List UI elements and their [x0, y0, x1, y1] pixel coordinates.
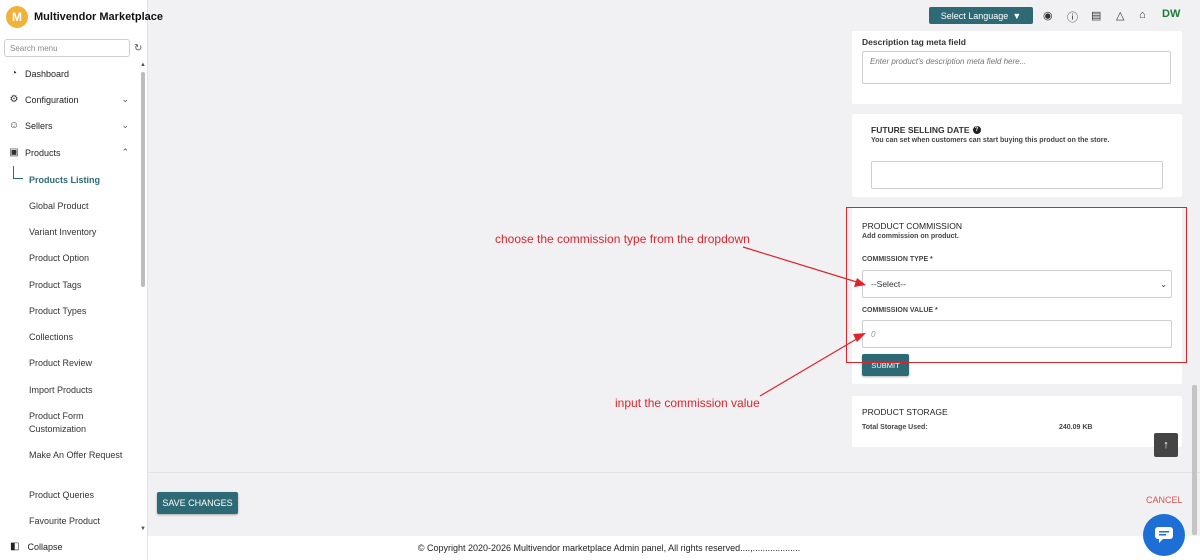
- refresh-icon[interactable]: ↻: [134, 43, 142, 54]
- search-menu-input[interactable]: [5, 40, 129, 57]
- arrow-to-dropdown: [742, 246, 861, 284]
- dashboard-icon: ◔: [10, 68, 18, 79]
- annotation-value: input the commission value: [615, 396, 760, 410]
- copyright-text: © Copyright 2020-2026 Multivendor market…: [148, 536, 1200, 560]
- sidebar-item-label: Products: [25, 147, 61, 158]
- sidebar-subitem-product-option[interactable]: Product Option: [29, 252, 129, 265]
- user-icon: ☺: [8, 120, 20, 131]
- sidebar-subitem-import-products[interactable]: Import Products: [29, 384, 129, 397]
- product-storage-card: PRODUCT STORAGE Total Storage Used: 240.…: [852, 396, 1182, 447]
- cancel-button[interactable]: CANCEL: [1146, 495, 1183, 505]
- annotation-dropdown: choose the commission type from the drop…: [495, 232, 750, 246]
- scroll-thumb[interactable]: [141, 72, 145, 287]
- chat-icon: [1155, 527, 1173, 543]
- sidebar-subitem-product-tags[interactable]: Product Tags: [29, 279, 129, 292]
- arrow-up-icon: ↑: [1163, 439, 1169, 451]
- brand[interactable]: M Multivendor Marketplace: [6, 6, 163, 28]
- chat-button[interactable]: [1143, 514, 1185, 556]
- chevron-up-icon: ⌃: [121, 147, 129, 157]
- sidebar-subitem-make-an-offer-request[interactable]: Make An Offer Request: [29, 449, 129, 462]
- chevron-down-icon: ⌄: [121, 120, 129, 130]
- collapse-icon: ◧: [10, 541, 20, 552]
- caret-down-icon: ▼: [1012, 10, 1022, 21]
- description-meta-label: Description tag meta field: [862, 37, 966, 47]
- storage-label: Total Storage Used:: [862, 424, 928, 431]
- storage-value: 240.09 KB: [1059, 424, 1093, 431]
- future-selling-date-title: FUTURE SELLING DATE ?: [871, 125, 981, 135]
- sidebar-subitem-global-product[interactable]: Global Product: [29, 200, 129, 213]
- storage-title: PRODUCT STORAGE: [862, 407, 948, 417]
- description-meta-field[interactable]: [862, 51, 1171, 84]
- scroll-down-icon[interactable]: ▼: [140, 526, 146, 532]
- scroll-up-icon[interactable]: ▲: [140, 62, 146, 68]
- sidebar-item-sellers[interactable]: ☺ Sellers ⌄: [0, 120, 139, 131]
- highlight-box: [846, 207, 1187, 363]
- sidebar-item-label: Configuration: [25, 94, 79, 105]
- form-actions-bar: [148, 472, 1200, 534]
- question-icon[interactable]: ?: [972, 126, 981, 134]
- language-select[interactable]: Select Language ▼: [929, 7, 1033, 24]
- scroll-to-top-button[interactable]: ↑: [1154, 433, 1178, 457]
- message-icon[interactable]: ▤: [1091, 9, 1101, 22]
- sidebar-subitem-collections[interactable]: Collections: [29, 331, 129, 344]
- store-icon[interactable]: ⌂: [1139, 9, 1146, 21]
- future-selling-date-label: FUTURE SELLING DATE: [871, 125, 970, 135]
- sidebar-nav: ◔ Dashboard ⚙ Configuration ⌄ ☺ Sellers …: [0, 62, 139, 532]
- account-icon[interactable]: ◉: [1043, 9, 1053, 22]
- box-icon: ▣: [9, 147, 19, 158]
- collapse-label: Collapse: [27, 541, 63, 552]
- sidebar-item-label: Dashboard: [25, 68, 70, 79]
- brand-name: Multivendor Marketplace: [34, 11, 163, 23]
- sidebar-subitem-product-review[interactable]: Product Review: [29, 357, 129, 370]
- collapse-button[interactable]: ◧ Collapse: [10, 541, 62, 552]
- sidebar-item-products[interactable]: ▣ Products ⌃: [0, 147, 139, 158]
- sidebar-scrollbar[interactable]: ▲ ▼: [140, 62, 146, 532]
- arrow-to-value: [759, 336, 861, 397]
- chevron-down-icon: ⌄: [121, 94, 129, 104]
- tree-connector: [13, 166, 23, 179]
- gear-icon: ⚙: [9, 94, 19, 105]
- help-icon[interactable]: ⓘ: [1067, 9, 1078, 25]
- sidebar-subitem-favourite-product[interactable]: Favourite Product: [29, 515, 129, 528]
- sidebar-item-label: Sellers: [25, 120, 53, 131]
- description-meta-card: Description tag meta field: [852, 31, 1182, 104]
- future-selling-date-subtitle: You can set when customers can start buy…: [871, 137, 1110, 144]
- page-scrollbar[interactable]: [1192, 385, 1197, 535]
- language-label: Select Language: [940, 10, 1009, 21]
- bell-icon[interactable]: △: [1116, 9, 1124, 22]
- sidebar-subitem-product-form-customization[interactable]: Product Form Customization: [29, 410, 129, 436]
- user-avatar[interactable]: DW: [1162, 8, 1180, 20]
- search-menu: [4, 39, 130, 57]
- sidebar-item-dashboard[interactable]: ◔ Dashboard: [0, 68, 139, 79]
- sidebar-subitem-products-listing[interactable]: Products Listing: [29, 174, 129, 187]
- sidebar-subitem-product-types[interactable]: Product Types: [29, 305, 129, 318]
- sidebar-subitem-variant-inventory[interactable]: Variant Inventory: [29, 226, 129, 239]
- future-selling-date-input[interactable]: [871, 161, 1163, 189]
- save-changes-button[interactable]: SAVE CHANGES: [157, 492, 238, 514]
- brand-logo: M: [6, 6, 28, 28]
- sidebar-item-configuration[interactable]: ⚙ Configuration ⌄: [0, 94, 139, 105]
- sidebar: M Multivendor Marketplace ↻ ◔ Dashboard …: [0, 0, 163, 560]
- future-selling-date-card: FUTURE SELLING DATE ? You can set when c…: [852, 114, 1182, 197]
- sidebar-subitem-product-queries[interactable]: Product Queries: [29, 489, 129, 502]
